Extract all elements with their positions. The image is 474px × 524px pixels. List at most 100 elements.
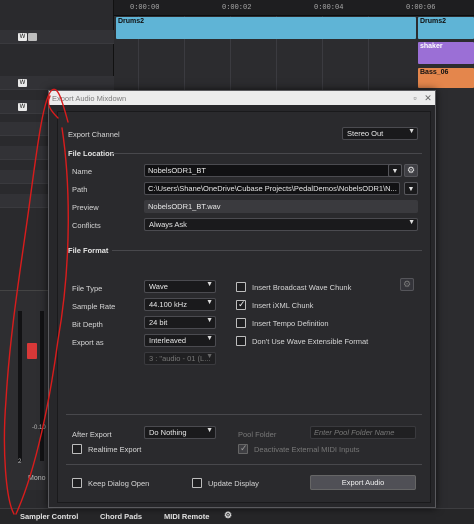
preview-label: Preview <box>72 203 99 212</box>
export-channel-value: Stereo Out <box>347 129 384 138</box>
no-wave-extensible-checkbox[interactable] <box>236 336 246 346</box>
name-options-button[interactable]: ▼ <box>388 164 402 177</box>
sample-rate-label: Sample Rate <box>72 302 116 311</box>
section-divider <box>66 414 422 415</box>
write-button[interactable]: W <box>18 103 27 111</box>
tab-midi-remote[interactable]: MIDI Remote <box>164 512 209 521</box>
timeline-ruler[interactable]: 0:00:00 0:00:02 0:00:04 0:00:06 <box>114 0 474 16</box>
pool-folder-label: Pool Folder <box>238 430 277 439</box>
export-channel-select[interactable]: Stereo Out ▼ <box>342 127 418 140</box>
name-settings-button[interactable]: ⚙ <box>404 164 418 177</box>
sample-rate-value: 44.100 kHz <box>149 300 187 309</box>
write-button[interactable]: W <box>18 33 27 41</box>
chevron-down-icon: ▼ <box>206 281 213 288</box>
preview-field: NobelsODR1_BT.wav <box>144 200 418 213</box>
gear-icon[interactable]: ⚙ <box>224 510 232 521</box>
track-row[interactable]: W <box>0 76 114 90</box>
name-field[interactable]: NobelsODR1_BT <box>144 164 400 177</box>
chevron-down-icon: ▼ <box>206 299 213 306</box>
file-type-select[interactable]: Wave ▼ <box>144 280 216 293</box>
realtime-export-checkbox[interactable] <box>72 444 82 454</box>
section-divider <box>66 464 422 465</box>
after-export-value: Do Nothing <box>149 428 187 437</box>
insert-tempo-label: Insert Tempo Definition <box>252 319 329 328</box>
chevron-down-icon: ▼ <box>206 317 213 324</box>
file-location-header: File Location <box>68 149 115 158</box>
fader-track <box>18 311 22 461</box>
dialog-titlebar[interactable]: Export Audio Mixdown ▫ ✕ <box>49 91 435 105</box>
bit-depth-select[interactable]: 24 bit ▼ <box>144 316 216 329</box>
export-as-value: Interleaved <box>149 336 187 345</box>
conflicts-value: Always Ask <box>149 220 187 229</box>
channel-assignment-value: 3 : "audio - 01 (L... <box>149 354 211 363</box>
name-value: NobelsODR1_BT <box>148 166 206 175</box>
write-button[interactable]: W <box>18 79 27 87</box>
insert-ixml-checkbox[interactable] <box>236 299 246 310</box>
track-row[interactable]: W <box>0 30 114 44</box>
export-audio-button[interactable]: Export Audio <box>310 475 416 490</box>
track-toggle-button[interactable] <box>28 33 37 41</box>
gear-icon: ⚙ <box>406 165 416 175</box>
no-wave-extensible-label: Don't Use Wave Extensible Format <box>252 337 369 346</box>
bottom-zone-tabs: Sampler Control Chord Pads MIDI Remote ⚙ <box>0 508 474 524</box>
minimize-icon[interactable]: ▫ <box>409 91 421 105</box>
insert-broadcast-wave-checkbox[interactable] <box>236 282 246 292</box>
file-format-header: File Format <box>68 246 109 255</box>
export-as-select[interactable]: Interleaved ▼ <box>144 334 216 347</box>
realtime-export-label: Realtime Export <box>88 445 142 454</box>
update-display-checkbox[interactable] <box>192 478 202 488</box>
chevron-down-icon: ▼ <box>206 335 213 342</box>
name-label: Name <box>72 167 93 176</box>
tab-sampler-control[interactable]: Sampler Control <box>20 512 78 521</box>
insert-ixml-label: Insert iXML Chunk <box>252 301 314 310</box>
section-divider <box>112 250 422 251</box>
deactivate-midi-checkbox <box>238 443 248 454</box>
volume-fader-handle[interactable] <box>27 343 37 359</box>
timecode-label: 0:00:02 <box>222 4 252 12</box>
channel-fader-strip: -0.10 2 Mono <box>0 290 52 490</box>
meter-value: -0.10 <box>32 425 46 431</box>
path-field[interactable]: C:\Users\Shane\OneDrive\Cubase Projects\… <box>144 182 400 195</box>
audio-clip[interactable]: Drums2 <box>418 17 474 39</box>
tab-chord-pads[interactable]: Chord Pads <box>100 512 142 521</box>
bit-depth-value: 24 bit <box>149 318 168 327</box>
conflicts-label: Conflicts <box>72 221 101 230</box>
mono-label: Mono <box>28 475 46 482</box>
chevron-down-icon: ▼ <box>408 128 415 135</box>
chevron-down-icon: ▼ <box>391 168 399 175</box>
chevron-down-icon: ▼ <box>206 353 213 360</box>
path-label: Path <box>72 185 88 194</box>
after-export-select[interactable]: Do Nothing ▼ <box>144 426 216 439</box>
export-as-label: Export as <box>72 338 104 347</box>
file-type-value: Wave <box>149 282 168 291</box>
clip-label: shaker <box>420 43 443 50</box>
after-export-label: After Export <box>72 430 112 439</box>
timecode-label: 0:00:00 <box>130 4 160 12</box>
close-icon[interactable]: ✕ <box>422 91 434 105</box>
broadcast-wave-settings-button[interactable]: ⚙ <box>400 278 414 291</box>
audio-clip[interactable]: Bass_06 <box>418 68 474 88</box>
audio-clip[interactable]: shaker <box>418 42 474 64</box>
conflicts-select[interactable]: Always Ask ▼ <box>144 218 418 231</box>
gear-icon: ⚙ <box>402 279 412 289</box>
update-display-label: Update Display <box>208 479 259 488</box>
keep-dialog-open-checkbox[interactable] <box>72 478 82 488</box>
channel-assignment-select: 3 : "audio - 01 (L... ▼ <box>144 352 216 365</box>
export-channel-label: Export Channel <box>68 130 120 139</box>
path-options-button[interactable]: ▼ <box>404 182 418 195</box>
pool-folder-placeholder: Enter Pool Folder Name <box>314 428 395 437</box>
path-value: C:\Users\Shane\OneDrive\Cubase Projects\… <box>148 184 397 193</box>
section-divider <box>112 153 422 154</box>
export-audio-button-label: Export Audio <box>341 478 385 487</box>
bit-depth-label: Bit Depth <box>72 320 103 329</box>
insert-broadcast-wave-label: Insert Broadcast Wave Chunk <box>252 283 352 292</box>
sample-rate-select[interactable]: 44.100 kHz ▼ <box>144 298 216 311</box>
dialog-title: Export Audio Mixdown <box>52 94 127 103</box>
clip-label: Drums2 <box>118 18 145 25</box>
timecode-label: 0:00:04 <box>314 4 344 12</box>
audio-clip[interactable]: Drums2 <box>116 17 416 39</box>
pool-folder-input: Enter Pool Folder Name <box>310 426 416 439</box>
fader-track <box>40 311 44 461</box>
insert-tempo-checkbox[interactable] <box>236 318 246 328</box>
clip-label: Drums2 <box>420 18 447 25</box>
